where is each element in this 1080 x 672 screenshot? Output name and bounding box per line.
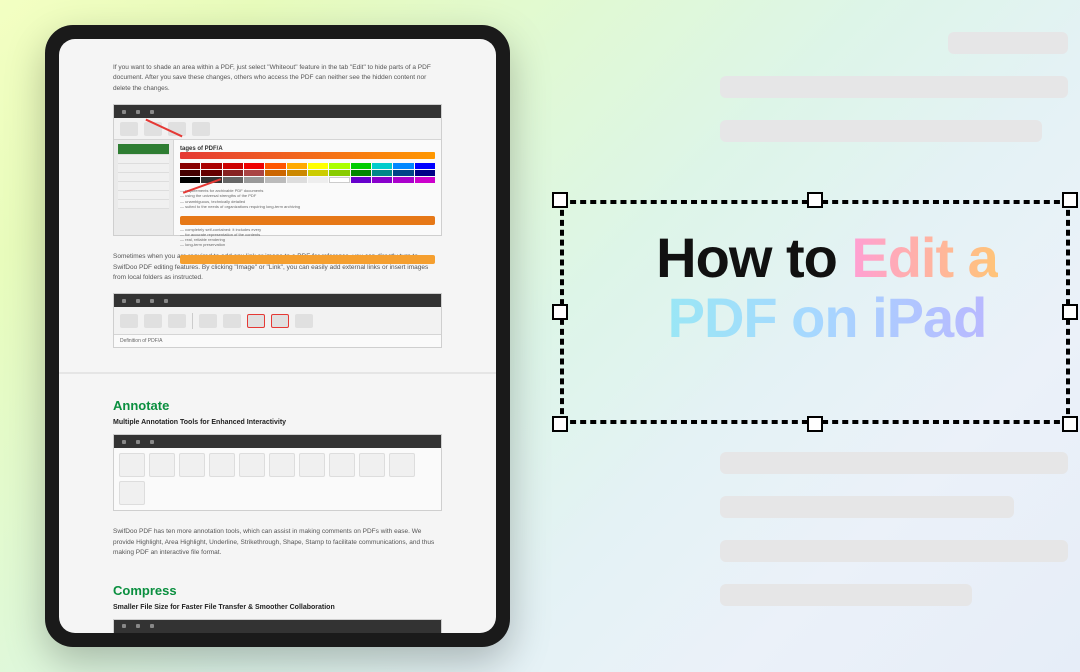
ipad-screen: If you want to shade an area within a PD…	[59, 39, 496, 633]
selection-frame[interactable]: How to Edit a PDF on iPad	[560, 200, 1070, 424]
ipad-frame: If you want to shade an area within a PD…	[45, 25, 510, 647]
hero-text-gradient: PDF on iPad	[668, 286, 987, 349]
resize-handle[interactable]	[1062, 416, 1078, 432]
app-screenshot-1: tages of PDF/A — requirements for archiv	[113, 104, 442, 236]
annotation-toolbar	[114, 448, 441, 510]
hero-title: How to Edit a PDF on iPad	[560, 200, 1070, 349]
resize-handle[interactable]	[807, 416, 823, 432]
text-placeholder	[720, 120, 1042, 142]
titlebar	[114, 105, 441, 118]
doc-paragraph: SwifDoo PDF has ten more annotation tool…	[113, 527, 442, 558]
section-subheading: Multiple Annotation Tools for Enhanced I…	[113, 419, 442, 426]
app-ribbon	[114, 118, 441, 140]
sidebar	[114, 140, 174, 235]
titlebar	[114, 435, 441, 448]
text-placeholder	[720, 496, 1014, 518]
resize-handle[interactable]	[552, 192, 568, 208]
titlebar	[114, 294, 441, 307]
color-palette: tages of PDF/A — requirements for archiv	[174, 140, 441, 235]
app-screenshot-4: Fallout 4 Vault Dweller's Survi...	[113, 619, 442, 633]
titlebar	[114, 620, 441, 633]
doc-paragraph: If you want to shade an area within a PD…	[113, 63, 442, 94]
app-screenshot-3	[113, 434, 442, 511]
text-placeholder	[720, 540, 1068, 562]
hero-text-gradient: Edit a	[851, 226, 997, 289]
section-heading: Annotate	[113, 398, 442, 413]
resize-handle[interactable]	[552, 304, 568, 320]
hero-text: How to	[656, 226, 851, 289]
text-placeholder	[720, 76, 1068, 98]
resize-handle[interactable]	[1062, 304, 1078, 320]
section-divider	[59, 372, 496, 374]
resize-handle[interactable]	[552, 416, 568, 432]
app-screenshot-2: Definition of PDF/A	[113, 293, 442, 348]
text-placeholder	[720, 584, 972, 606]
section-subheading: Smaller File Size for Faster File Transf…	[113, 604, 442, 611]
text-placeholder	[948, 32, 1068, 54]
text-placeholder	[720, 452, 1068, 474]
resize-handle[interactable]	[807, 192, 823, 208]
resize-handle[interactable]	[1062, 192, 1078, 208]
section-heading: Compress	[113, 583, 442, 598]
app-ribbon	[114, 307, 441, 335]
